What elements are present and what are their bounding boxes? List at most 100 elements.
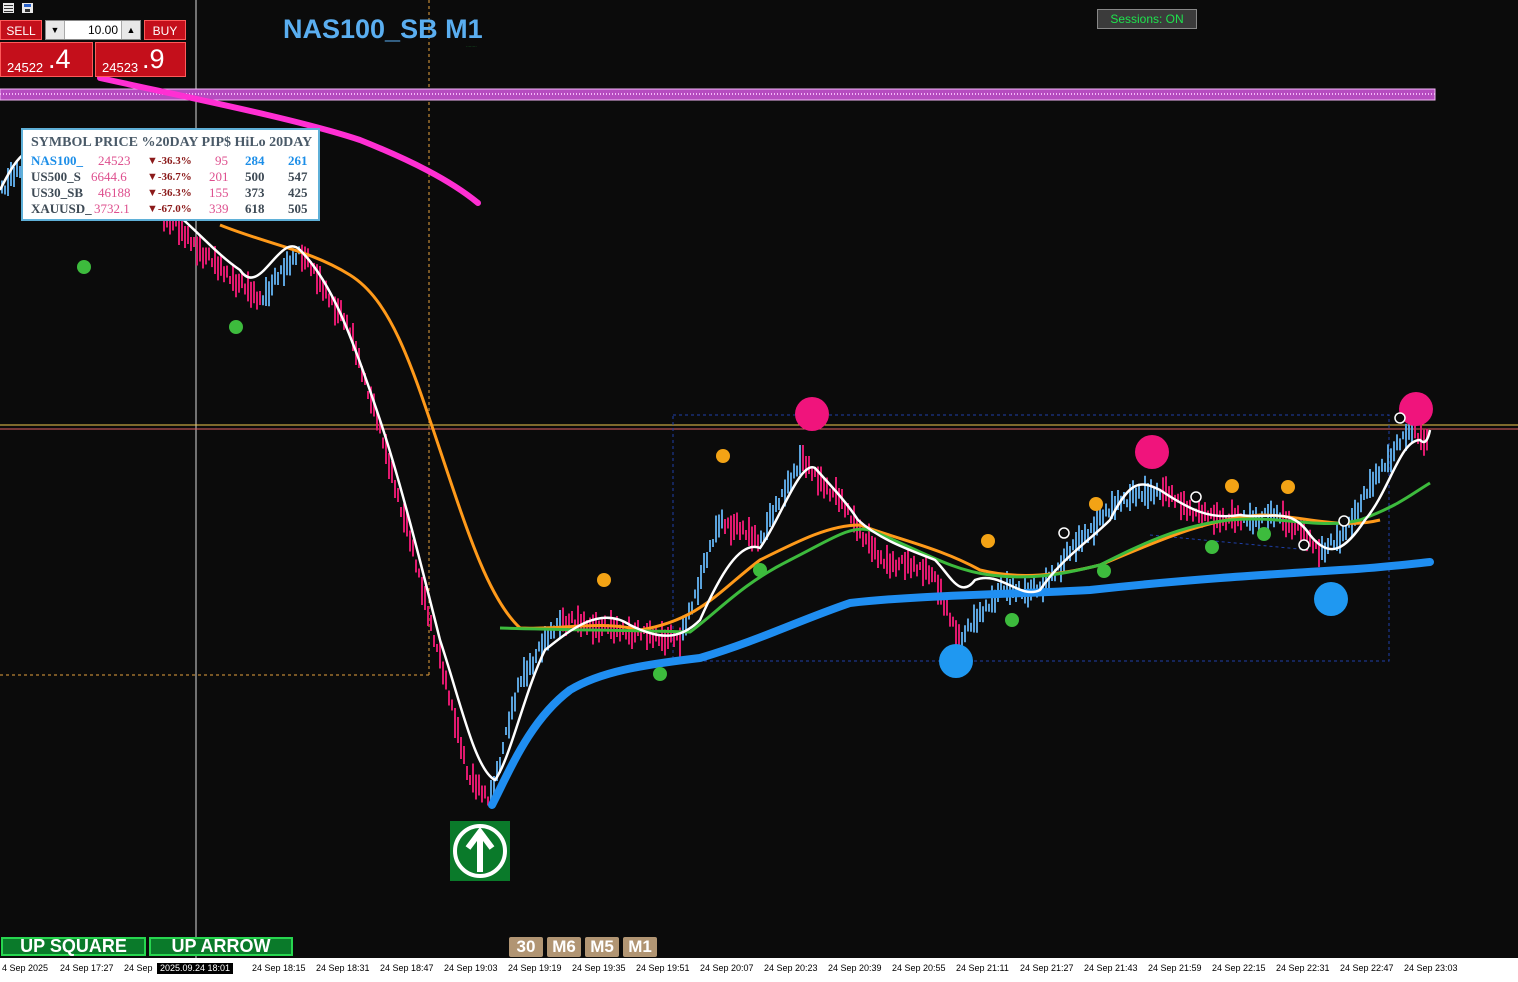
time-tick: 24 Sep 21:59 bbox=[1148, 963, 1202, 973]
marker-green bbox=[653, 667, 667, 681]
time-tick: 24 Sep 21:27 bbox=[1020, 963, 1074, 973]
row-20day: 261 bbox=[288, 153, 308, 168]
row-20day: 547 bbox=[288, 169, 308, 184]
time-tick: 24 Sep 19:51 bbox=[636, 963, 690, 973]
ask-quote[interactable]: 24523 .9 bbox=[95, 42, 186, 77]
row-change: ▼-36.3% bbox=[147, 187, 192, 199]
time-tick: 24 Sep 20:07 bbox=[700, 963, 754, 973]
marker-green bbox=[77, 260, 91, 274]
row-change: ▼-36.3% bbox=[147, 155, 192, 167]
marker-orange bbox=[981, 534, 995, 548]
ema-blue bbox=[488, 558, 1434, 809]
marker-orange bbox=[716, 449, 730, 463]
timeframe-button-m6[interactable]: M6 bbox=[547, 937, 581, 957]
marker-orange bbox=[1281, 480, 1295, 494]
time-tick: 24 Sep 18:15 bbox=[252, 963, 306, 973]
pivot-markers bbox=[77, 260, 1433, 681]
menu-list-icon[interactable] bbox=[3, 3, 14, 13]
bid-pips: .4 bbox=[48, 44, 71, 74]
row-change: ▼-36.7% bbox=[147, 171, 192, 183]
buy-button[interactable]: BUY bbox=[144, 20, 186, 40]
row-hilo: 284 bbox=[245, 153, 265, 168]
time-tick: 24 Sep 20:39 bbox=[828, 963, 882, 973]
lot-down-icon[interactable]: ▼ bbox=[46, 21, 65, 39]
marker-orange bbox=[1225, 479, 1239, 493]
row-price: 6644.6 bbox=[91, 169, 127, 184]
marker-green bbox=[753, 563, 767, 577]
crosshair-time-label: 2025.09.24 18:01 bbox=[157, 963, 233, 974]
marker-low-blue bbox=[939, 644, 973, 678]
marker-white bbox=[1394, 412, 1406, 424]
row-symbol: XAUUSD_ bbox=[31, 201, 92, 216]
row-hilo: 618 bbox=[245, 201, 265, 216]
lot-size-stepper[interactable]: ▼ 10.00 ▲ bbox=[45, 20, 141, 40]
marker-green bbox=[1205, 540, 1219, 554]
lot-up-icon[interactable]: ▲ bbox=[121, 21, 140, 39]
marker-white bbox=[1338, 515, 1350, 527]
marker-white bbox=[1190, 491, 1202, 503]
candles bbox=[1, 136, 1428, 808]
time-tick: 24 Sep 18:31 bbox=[316, 963, 370, 973]
row-symbol: US30_SB bbox=[31, 185, 84, 200]
time-tick: 4 Sep 2025 bbox=[2, 963, 49, 973]
sessions-toggle-button[interactable]: Sessions: ON bbox=[1097, 9, 1197, 29]
marker-orange bbox=[597, 573, 611, 587]
marker-green bbox=[1005, 613, 1019, 627]
row-price: 24523 bbox=[98, 153, 131, 168]
marker-orange bbox=[1089, 497, 1103, 511]
marker-white bbox=[1058, 527, 1070, 539]
row-price: 3732.1 bbox=[94, 201, 130, 216]
marker-high-pink bbox=[795, 397, 829, 431]
time-tick: 24 Sep 20:23 bbox=[764, 963, 818, 973]
time-tick: 24 Sep 21:43 bbox=[1084, 963, 1138, 973]
bid-big-figure: 24522 bbox=[7, 60, 44, 75]
marker-green bbox=[229, 320, 243, 334]
time-tick: 24 Sep 17:27 bbox=[60, 963, 114, 973]
marker-high-pink bbox=[1135, 435, 1169, 469]
time-tick: 24 Sep 22:15 bbox=[1212, 963, 1266, 973]
time-tick: 24 Sep 22:31 bbox=[1276, 963, 1330, 973]
ask-big-figure: 24523 bbox=[102, 60, 139, 75]
ema-green bbox=[499, 481, 1431, 634]
row-pips: 95 bbox=[215, 153, 228, 168]
row-20day: 505 bbox=[288, 201, 308, 216]
ema-white bbox=[0, 148, 1432, 782]
ema-orange bbox=[219, 223, 1381, 632]
time-tick: 24 Sep 22:47 bbox=[1340, 963, 1394, 973]
ask-pips: .9 bbox=[142, 44, 165, 74]
row-change: ▼-67.0% bbox=[147, 203, 192, 215]
time-tick: 24 Sep 21:11 bbox=[956, 963, 1009, 973]
time-tick: 24 Sep 19:19 bbox=[508, 963, 562, 973]
row-symbol: NAS100_ bbox=[31, 153, 84, 168]
row-hilo: 373 bbox=[245, 185, 265, 200]
up-square-button[interactable]: UP SQUARE bbox=[1, 937, 146, 956]
up-arrow-button[interactable]: UP ARROW bbox=[149, 937, 293, 956]
row-pips: 201 bbox=[209, 169, 229, 184]
timeframe-button-m1[interactable]: M1 bbox=[623, 937, 657, 957]
chart-title: NAS100_SB M1 bbox=[283, 14, 483, 44]
time-tick: 24 Sep bbox=[124, 963, 153, 973]
save-icon[interactable] bbox=[22, 3, 33, 13]
up-arrow-circle-icon bbox=[450, 821, 510, 881]
row-20day: 425 bbox=[288, 185, 308, 200]
table-header: SYMBOL PRICE %20DAY PIP$ HiLo 20DAY bbox=[31, 135, 313, 150]
title-watermark: ········ bbox=[466, 44, 477, 49]
marker-low-blue bbox=[1314, 582, 1348, 616]
sell-button[interactable]: SELL bbox=[0, 20, 42, 40]
bid-quote[interactable]: 24522 .4 bbox=[0, 42, 93, 77]
timeframe-button-m5[interactable]: M5 bbox=[585, 937, 619, 957]
time-tick: 24 Sep 20:55 bbox=[892, 963, 946, 973]
marker-white bbox=[1298, 539, 1310, 551]
marker-green bbox=[1257, 527, 1271, 541]
row-hilo: 500 bbox=[245, 169, 265, 184]
timeframe-button-30[interactable]: 30 bbox=[509, 937, 543, 957]
time-tick: 24 Sep 18:47 bbox=[380, 963, 434, 973]
time-tick: 24 Sep 23:03 bbox=[1404, 963, 1458, 973]
row-symbol: US500_S bbox=[31, 169, 81, 184]
market-info-table: SYMBOL PRICE %20DAY PIP$ HiLo 20DAY NAS1… bbox=[21, 128, 320, 221]
row-price: 46188 bbox=[98, 185, 131, 200]
range-box bbox=[672, 414, 1390, 662]
row-pips: 155 bbox=[209, 185, 229, 200]
lot-size-value[interactable]: 10.00 bbox=[65, 23, 121, 37]
time-tick: 24 Sep 19:35 bbox=[572, 963, 626, 973]
